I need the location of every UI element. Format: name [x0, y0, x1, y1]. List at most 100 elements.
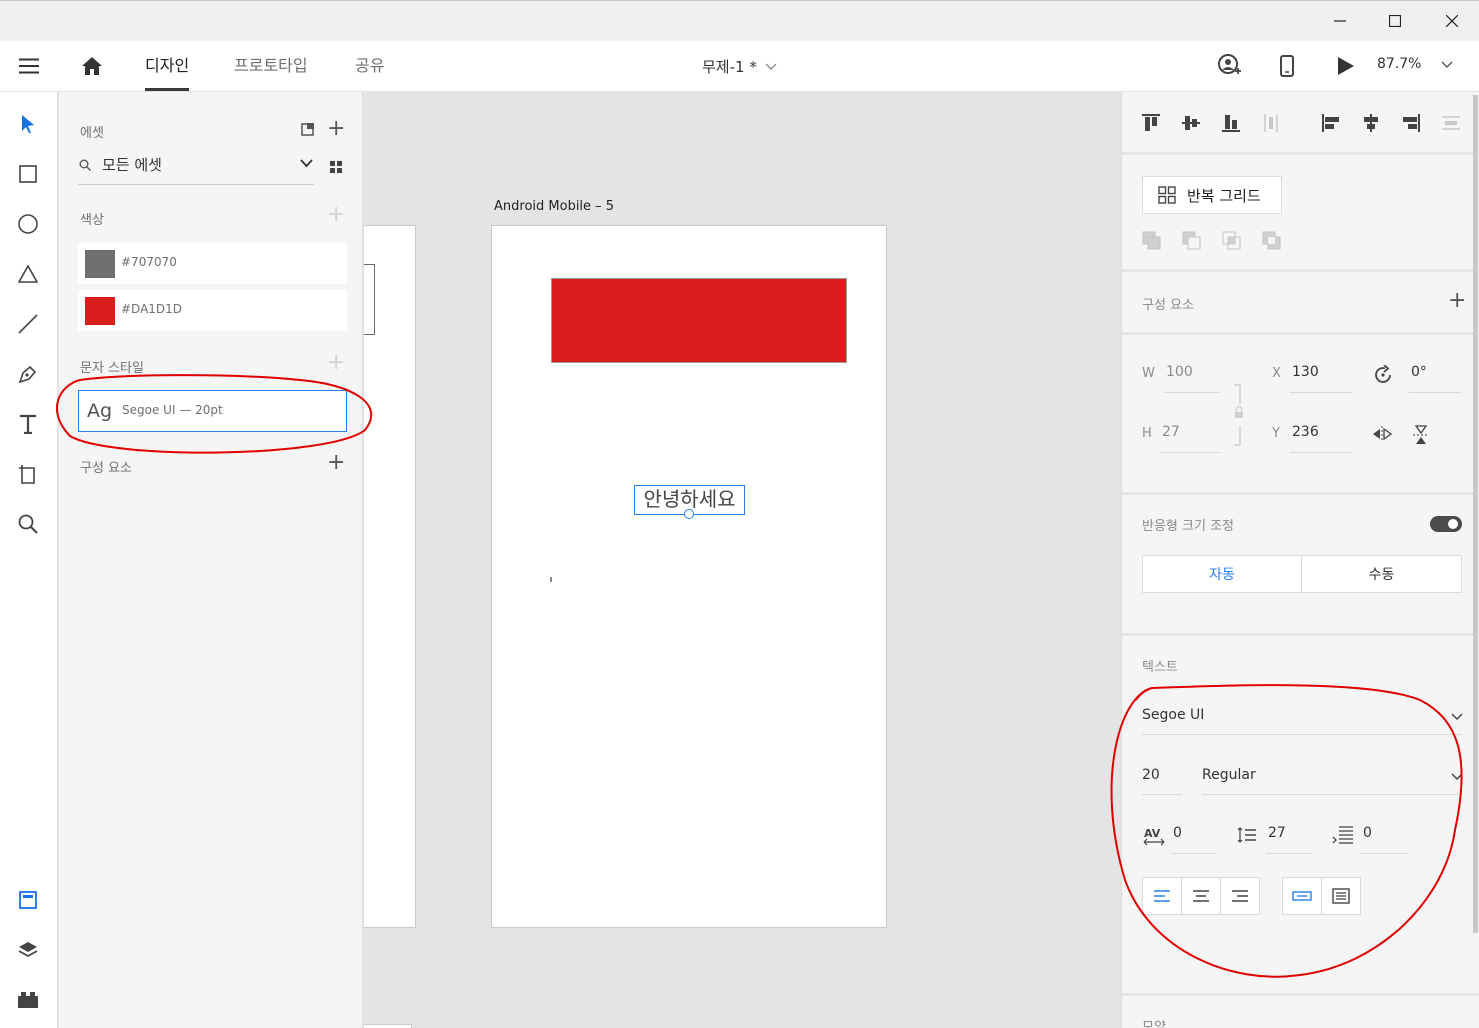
- responsive-resize-toggle[interactable]: [1430, 516, 1462, 532]
- components-section-title: 구성 요소: [80, 461, 132, 476]
- align-center-icon: [1364, 114, 1378, 132]
- rotation-field[interactable]: 0°: [1411, 364, 1427, 380]
- align-left-button[interactable]: [1322, 114, 1340, 132]
- add-character-style-button[interactable]: +: [327, 352, 345, 374]
- flip-vertical-button[interactable]: [1413, 425, 1429, 445]
- distribute-horizontal-icon: [1442, 116, 1460, 130]
- distribute-vertical-button[interactable]: [1262, 114, 1280, 132]
- paragraph-spacing-field[interactable]: 0: [1363, 825, 1372, 841]
- add-color-button[interactable]: +: [327, 204, 345, 226]
- fixed-size-text-button[interactable]: [1321, 877, 1361, 915]
- character-spacing-field[interactable]: 0: [1173, 825, 1182, 841]
- resize-auto-button[interactable]: 자동: [1142, 555, 1302, 593]
- character-style-item[interactable]: Ag Segoe UI — 20pt: [78, 390, 347, 432]
- play-preview-button[interactable]: [1333, 53, 1359, 79]
- zoom-dropdown[interactable]: 87.7%: [1377, 56, 1467, 72]
- text-tool[interactable]: [12, 408, 44, 440]
- triangle-icon: [18, 265, 38, 283]
- resize-manual-button[interactable]: 수동: [1301, 555, 1462, 593]
- assets-panel-button[interactable]: [12, 884, 44, 916]
- open-library-button[interactable]: [301, 122, 315, 136]
- artboard-name-label[interactable]: Android Mobile – 5: [494, 199, 614, 214]
- zoom-tool[interactable]: [12, 508, 44, 540]
- maximize-button[interactable]: [1372, 1, 1418, 41]
- layers-icon: [18, 942, 38, 958]
- hamburger-menu-button[interactable]: [16, 53, 42, 79]
- properties-scrollbar[interactable]: [1473, 95, 1478, 933]
- tab-share[interactable]: 공유: [355, 41, 384, 91]
- align-middle-button[interactable]: [1182, 114, 1200, 132]
- design-canvas[interactable]: Android Mobile – 5 안녕하세요: [364, 92, 1120, 1028]
- x-field[interactable]: 130: [1292, 364, 1319, 380]
- add-component-button[interactable]: +: [327, 452, 345, 474]
- add-asset-button[interactable]: +: [327, 118, 345, 140]
- section-divider: [1122, 993, 1479, 996]
- color-swatch-row[interactable]: #DA1D1D: [78, 290, 347, 331]
- ellipse-tool[interactable]: [12, 208, 44, 240]
- polygon-tool[interactable]: [12, 258, 44, 290]
- home-button[interactable]: [79, 53, 105, 79]
- width-field[interactable]: 100: [1166, 364, 1193, 380]
- device-preview-button[interactable]: [1274, 53, 1300, 79]
- select-tool[interactable]: [12, 108, 44, 140]
- document-title-dropdown[interactable]: 무제-1 *: [702, 56, 777, 77]
- text-resize-handle[interactable]: [684, 509, 694, 519]
- font-family-dropdown[interactable]: Segoe UI: [1142, 703, 1463, 735]
- artboard-tool[interactable]: [12, 458, 44, 490]
- align-top-button[interactable]: [1142, 114, 1160, 132]
- lock-aspect-button[interactable]: [1232, 384, 1244, 446]
- repeat-grid-button[interactable]: 반복 그리드: [1142, 176, 1282, 214]
- asset-filter-dropdown[interactable]: 모든 에셋: [78, 152, 314, 185]
- ellipse-icon: [18, 214, 38, 234]
- user-add-icon: [1218, 54, 1241, 74]
- boolean-subtract-button[interactable]: [1182, 231, 1202, 251]
- align-right-button[interactable]: [1402, 114, 1420, 132]
- align-bottom-button[interactable]: [1222, 114, 1240, 132]
- artboard-android-mobile-5[interactable]: 안녕하세요: [491, 225, 887, 928]
- minimize-icon: [1334, 20, 1346, 22]
- zoom-value: 87.7%: [1377, 56, 1422, 72]
- external-library-icon: [301, 123, 314, 136]
- font-size-field[interactable]: 20: [1142, 763, 1182, 795]
- layers-panel-button[interactable]: [12, 934, 44, 966]
- flip-horizontal-button[interactable]: [1372, 426, 1392, 442]
- text-align-left-button[interactable]: [1142, 877, 1182, 915]
- tab-design[interactable]: 디자인: [145, 41, 190, 91]
- pointer-arrow-icon: [22, 115, 34, 133]
- boolean-add-button[interactable]: [1142, 231, 1162, 251]
- hamburger-icon: [19, 58, 39, 74]
- auto-width-text-button[interactable]: [1282, 877, 1322, 915]
- red-rectangle[interactable]: [551, 278, 847, 363]
- line-spacing-field[interactable]: 27: [1268, 825, 1286, 841]
- text-align-right-button[interactable]: [1220, 877, 1260, 915]
- align-center-button[interactable]: [1362, 114, 1380, 132]
- boolean-intersect-button[interactable]: [1222, 231, 1242, 251]
- color-swatch-row[interactable]: #707070: [78, 243, 347, 284]
- user-invite-button[interactable]: [1216, 53, 1242, 79]
- tab-prototype[interactable]: 프로토타입: [234, 41, 308, 91]
- boolean-exclude-button[interactable]: [1262, 231, 1282, 251]
- plugins-panel-button[interactable]: [12, 984, 44, 1016]
- chevron-down-icon: [1441, 61, 1453, 68]
- adjacent-artboard-bottom[interactable]: [364, 1024, 412, 1028]
- font-family-value: Segoe UI: [1142, 707, 1205, 723]
- flip-horizontal-icon: [1373, 426, 1392, 442]
- line-tool[interactable]: [12, 308, 44, 340]
- minimize-button[interactable]: [1317, 1, 1363, 41]
- text-align-center-button[interactable]: [1181, 877, 1221, 915]
- distribute-horizontal-button[interactable]: [1442, 114, 1460, 132]
- auto-width-icon: [1292, 891, 1312, 901]
- components-title: 구성 요소: [1142, 298, 1194, 313]
- font-weight-dropdown[interactable]: Regular: [1202, 763, 1463, 795]
- grid-view-button[interactable]: [329, 160, 343, 174]
- flip-vertical-icon: [1413, 425, 1429, 444]
- align-text-left-icon: [1154, 890, 1170, 902]
- character-style-preview: Ag: [87, 400, 113, 422]
- y-field[interactable]: 236: [1292, 424, 1319, 440]
- grid-view-icon: [330, 161, 342, 173]
- close-window-button[interactable]: [1429, 1, 1475, 41]
- rectangle-tool[interactable]: [12, 158, 44, 190]
- pen-tool[interactable]: [12, 358, 44, 390]
- create-component-button[interactable]: +: [1448, 290, 1466, 312]
- height-field[interactable]: 27: [1162, 424, 1180, 440]
